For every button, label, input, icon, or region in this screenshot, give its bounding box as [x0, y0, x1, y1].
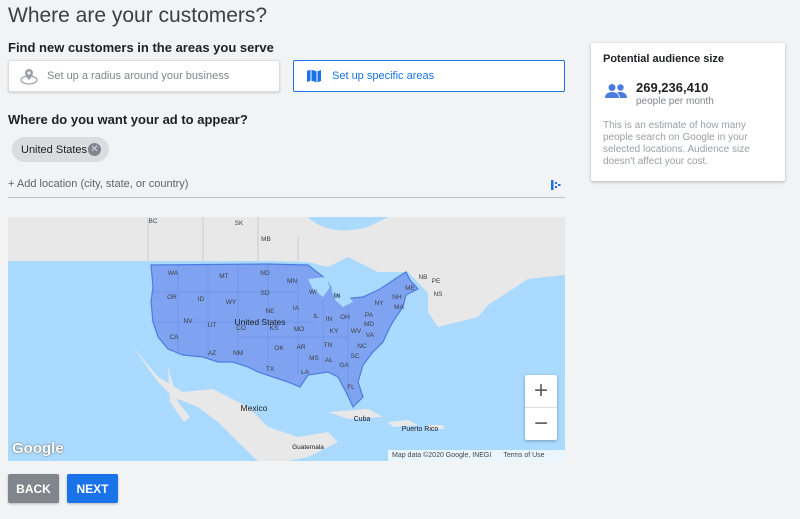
areas-heading: Find new customers in the areas you serv… — [8, 40, 274, 55]
map-label-or: OR — [167, 294, 177, 301]
map-label-al: AL — [325, 357, 333, 364]
map-label-mexico: Mexico — [241, 403, 268, 413]
map-label-nb: NB — [418, 274, 427, 281]
locations-heading: Where do you want your ad to appear? — [8, 112, 248, 127]
map-label-ne: NE — [265, 308, 275, 315]
next-button[interactable]: NEXT — [67, 474, 118, 503]
map-view[interactable]: BC SK MB WA MT ND MN OR ID WY SD WI MI N… — [8, 217, 565, 461]
map-label-in: IN — [326, 316, 333, 323]
map-label-mb: MB — [261, 236, 271, 243]
map-label-fl: FL — [347, 384, 355, 391]
google-logo: Google — [12, 440, 64, 457]
map-label-wi: WI — [309, 289, 317, 296]
back-button[interactable]: BACK — [8, 474, 59, 503]
audience-card: Potential audience size 269,236,410 peop… — [591, 43, 785, 181]
map-label-puerto-rico: Puerto Rico — [402, 426, 439, 433]
map-label-oh: OH — [340, 314, 350, 321]
map-label-il: IL — [313, 313, 319, 320]
map-label-md: MD — [364, 321, 374, 328]
map-label-wy: WY — [226, 299, 237, 306]
map-label-tn: TN — [324, 342, 333, 349]
map-attribution: Map data ©2020 Google, INEGI Terms of Us… — [388, 450, 565, 461]
audience-title: Potential audience size — [603, 53, 725, 65]
map-zoom-controls: + − — [525, 375, 557, 440]
map-label-ca: CA — [169, 334, 179, 341]
specific-areas-option-button[interactable]: Set up specific areas — [293, 60, 565, 92]
map-label-la: LA — [301, 369, 310, 376]
map-label-ia: IA — [293, 305, 300, 312]
map-label-wv: WV — [351, 328, 362, 335]
map-label-ar: AR — [296, 344, 305, 351]
map-label-sk: SK — [235, 220, 244, 227]
specific-areas-label: Set up specific areas — [332, 70, 435, 82]
map-label-ky: KY — [330, 328, 339, 335]
map-label-tx: TX — [266, 366, 275, 373]
terms-of-use-link[interactable]: Terms of Use — [503, 452, 544, 459]
remove-location-icon[interactable]: ✕ — [88, 143, 101, 156]
map-label-pa: PA — [365, 312, 374, 319]
map-label-nd: ND — [260, 270, 270, 277]
radius-option-label: Set up a radius around your business — [47, 70, 230, 82]
add-location-underline — [8, 197, 565, 198]
map-label-ok: OK — [274, 345, 284, 352]
audience-count: 269,236,410 — [636, 80, 709, 95]
map-label-ma: MA — [394, 304, 404, 311]
map-label-ut: UT — [208, 322, 217, 329]
map-label-cuba: Cuba — [354, 416, 371, 423]
map-label-pe: PE — [432, 278, 441, 285]
map-label-wa: WA — [168, 270, 179, 277]
map-label-guatemala: Guatemala — [292, 444, 324, 451]
zoom-out-button[interactable]: − — [525, 408, 557, 440]
map-label-sd: SD — [260, 290, 269, 297]
page-title: Where are your customers? — [8, 4, 268, 27]
map-label-mt: MT — [219, 273, 228, 280]
radius-pin-icon — [19, 66, 39, 86]
audience-unit: people per month — [636, 96, 714, 107]
zoom-in-button[interactable]: + — [525, 375, 557, 407]
audience-description: This is an estimate of how many people s… — [603, 120, 750, 167]
map-label-ns: NS — [433, 291, 443, 298]
bulk-locations-icon[interactable] — [550, 178, 562, 196]
map-label-ga: GA — [339, 362, 349, 369]
add-location-input[interactable]: + Add location (city, state, or country) — [8, 178, 188, 190]
map-label-mn: MN — [287, 278, 297, 285]
map-label-id: ID — [198, 296, 205, 303]
map-label-az: AZ — [208, 350, 216, 357]
location-chip: United States ✕ — [12, 137, 109, 162]
location-chip-label: United States — [21, 143, 88, 156]
map-label-va: VA — [366, 332, 375, 339]
map-label-nv: NV — [183, 318, 193, 325]
map-label-sc: SC — [350, 353, 359, 360]
map-label-bc: BC — [148, 218, 157, 225]
map-label-me: ME — [405, 285, 415, 292]
map-canvas: BC SK MB WA MT ND MN OR ID WY SD WI MI N… — [8, 217, 565, 461]
map-label-ny: NY — [374, 300, 384, 307]
map-label-united-states: United States — [234, 317, 285, 327]
map-icon — [304, 66, 324, 86]
map-label-nh: NH — [392, 294, 402, 301]
people-icon — [604, 83, 628, 104]
map-label-nm: NM — [233, 350, 243, 357]
map-label-ms: MS — [309, 355, 319, 362]
map-label-mi: MI — [333, 293, 340, 300]
map-label-nc: NC — [357, 343, 367, 350]
map-label-mo: MO — [294, 326, 304, 333]
radius-option-button[interactable]: Set up a radius around your business — [8, 60, 280, 92]
map-data-credit: Map data ©2020 Google, INEGI — [392, 452, 492, 459]
